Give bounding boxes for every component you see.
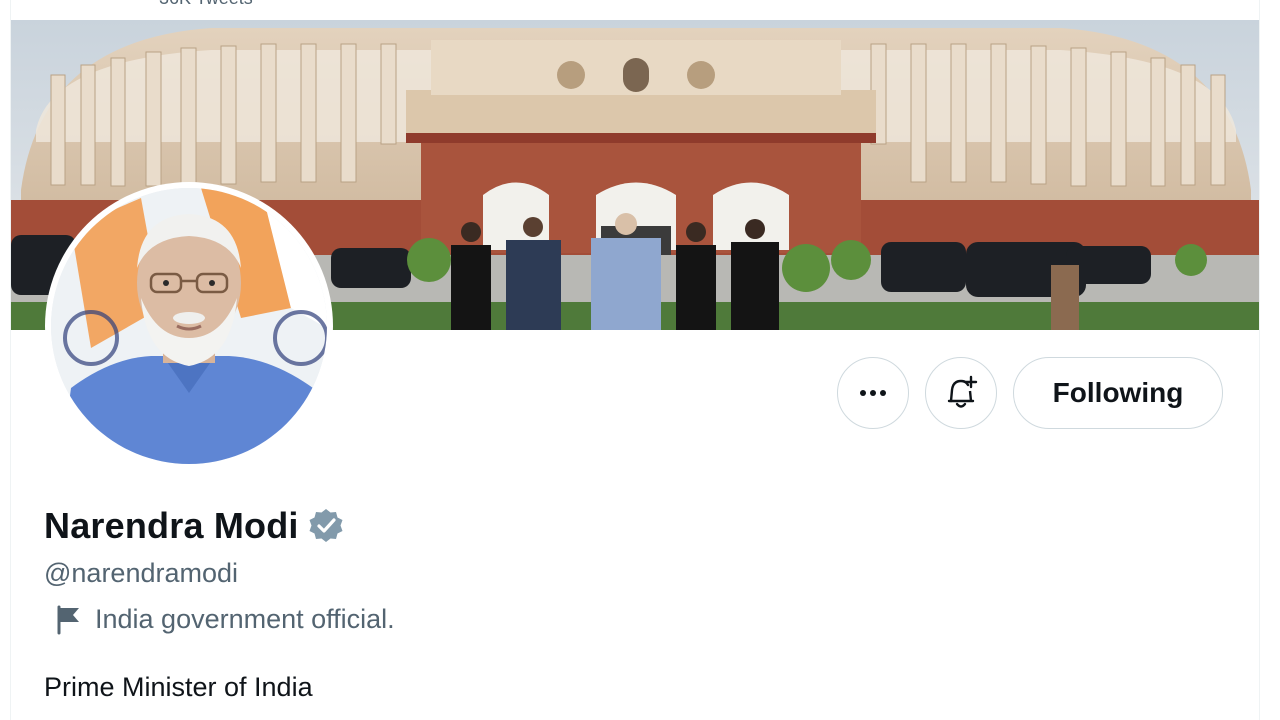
more-button[interactable] [837,357,909,429]
following-button[interactable]: Following [1013,357,1223,429]
more-dots-icon [860,390,886,396]
header-strip: 36K Tweets [11,0,1259,20]
display-name: Narendra Modi [44,505,299,546]
avatar-image [51,188,327,464]
profile-actions: Following [837,357,1223,429]
affiliation-text: India government official. [95,604,395,634]
flag-icon [57,605,79,634]
affiliation-label: India government official. [55,604,395,635]
tweets-count: 36K Tweets [159,0,253,9]
profile-handle: @narendramodi [44,558,239,588]
bell-plus-icon [947,375,978,408]
profile-page: 36K Tweets [10,0,1260,720]
avatar-photo [51,188,327,464]
profile-name-row: Narendra Modi [44,505,345,547]
verified-badge-icon[interactable] [307,507,345,545]
profile-avatar[interactable] [45,182,333,470]
notifications-button[interactable] [925,357,997,429]
profile-bio: Prime Minister of India [44,672,313,702]
